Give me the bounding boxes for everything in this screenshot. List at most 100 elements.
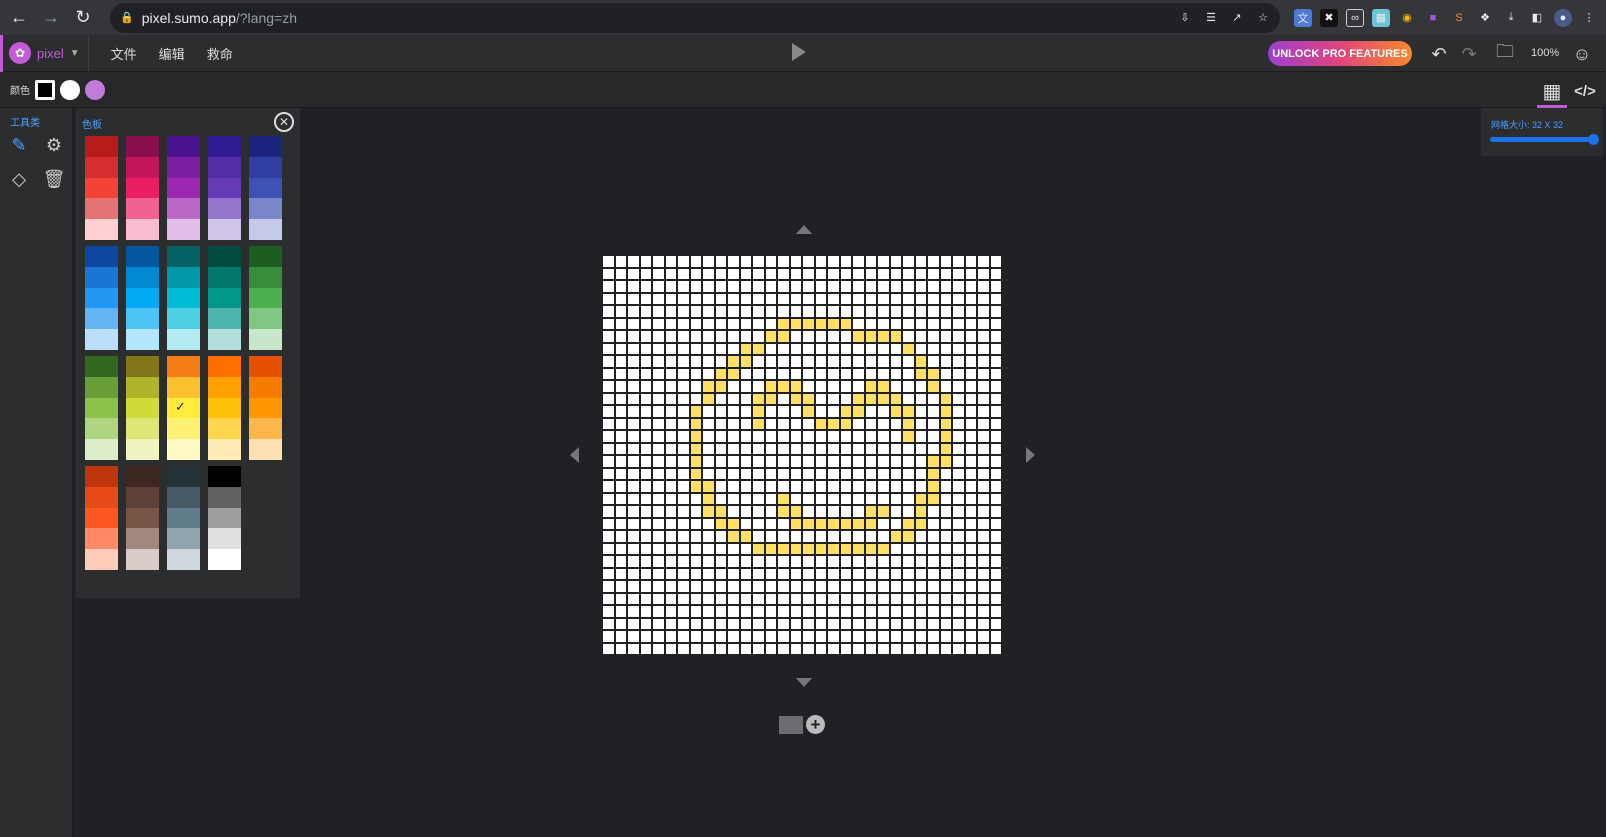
canvas-pixel[interactable]	[903, 606, 914, 617]
canvas-pixel[interactable]	[678, 318, 689, 329]
canvas-pixel[interactable]	[865, 581, 876, 592]
canvas-pixel[interactable]	[953, 543, 964, 554]
canvas-pixel[interactable]	[665, 556, 676, 567]
canvas-pixel[interactable]	[890, 256, 901, 267]
palette-color-swatch[interactable]	[167, 439, 200, 460]
canvas-pixel[interactable]	[690, 556, 701, 567]
canvas-pixel[interactable]	[615, 631, 626, 642]
canvas-pixel[interactable]	[965, 393, 976, 404]
canvas-pixel[interactable]	[903, 443, 914, 454]
canvas-pixel[interactable]	[890, 431, 901, 442]
canvas-pixel[interactable]	[653, 643, 664, 654]
palette-color-swatch[interactable]	[167, 177, 200, 199]
canvas-pixel[interactable]	[753, 581, 764, 592]
palette-color-swatch[interactable]	[126, 266, 159, 288]
canvas-pixel[interactable]	[678, 281, 689, 292]
canvas-pixel[interactable]	[990, 556, 1001, 567]
canvas-pixel[interactable]	[978, 331, 989, 342]
canvas-pixel[interactable]	[703, 268, 714, 279]
canvas-pixel[interactable]	[715, 543, 726, 554]
canvas-pixel[interactable]	[665, 331, 676, 342]
canvas-pixel[interactable]	[615, 493, 626, 504]
canvas-pixel[interactable]	[953, 368, 964, 379]
palette-color-swatch[interactable]	[208, 466, 241, 487]
canvas-pixel[interactable]	[765, 593, 776, 604]
palette-color-swatch[interactable]	[249, 356, 282, 377]
canvas-pixel[interactable]	[740, 606, 751, 617]
canvas-pixel[interactable]	[765, 381, 776, 392]
canvas-pixel[interactable]	[878, 293, 889, 304]
canvas-pixel[interactable]	[965, 368, 976, 379]
canvas-pixel[interactable]	[753, 518, 764, 529]
canvas-pixel[interactable]	[640, 418, 651, 429]
canvas-pixel[interactable]	[953, 493, 964, 504]
canvas-pixel[interactable]	[653, 343, 664, 354]
canvas-pixel[interactable]	[828, 406, 839, 417]
canvas-pixel[interactable]	[665, 393, 676, 404]
canvas-pixel[interactable]	[665, 468, 676, 479]
canvas-pixel[interactable]	[690, 443, 701, 454]
canvas-pixel[interactable]	[803, 368, 814, 379]
canvas-pixel[interactable]	[603, 268, 614, 279]
canvas-pixel[interactable]	[965, 356, 976, 367]
canvas-pixel[interactable]	[915, 306, 926, 317]
canvas-pixel[interactable]	[940, 643, 951, 654]
canvas-pixel[interactable]	[990, 493, 1001, 504]
canvas-pixel[interactable]	[678, 306, 689, 317]
palette-color-swatch[interactable]	[167, 198, 200, 220]
canvas-pixel[interactable]	[803, 556, 814, 567]
canvas-pixel[interactable]	[928, 456, 939, 467]
canvas-pixel[interactable]	[915, 506, 926, 517]
canvas-pixel[interactable]	[990, 306, 1001, 317]
canvas-pixel[interactable]	[865, 393, 876, 404]
canvas-pixel[interactable]	[728, 606, 739, 617]
canvas-pixel[interactable]	[953, 581, 964, 592]
canvas-pixel[interactable]	[815, 331, 826, 342]
canvas-pixel[interactable]	[715, 406, 726, 417]
canvas-pixel[interactable]	[890, 618, 901, 629]
canvas-pixel[interactable]	[915, 568, 926, 579]
canvas-pixel[interactable]	[778, 481, 789, 492]
canvas-pixel[interactable]	[778, 456, 789, 467]
palette-color-swatch[interactable]	[249, 397, 282, 419]
canvas-pixel[interactable]	[940, 543, 951, 554]
canvas-pixel[interactable]	[865, 281, 876, 292]
canvas-pixel[interactable]	[703, 331, 714, 342]
translate-icon[interactable]: ☰	[1202, 9, 1220, 27]
canvas-pixel[interactable]	[703, 606, 714, 617]
canvas-pixel[interactable]	[915, 593, 926, 604]
canvas-pixel[interactable]	[990, 368, 1001, 379]
palette-color-swatch[interactable]	[167, 528, 200, 550]
canvas-pixel[interactable]	[778, 631, 789, 642]
canvas-pixel[interactable]	[690, 531, 701, 542]
canvas-pixel[interactable]	[615, 606, 626, 617]
canvas-pixel[interactable]	[840, 506, 851, 517]
canvas-pixel[interactable]	[978, 593, 989, 604]
canvas-pixel[interactable]	[815, 318, 826, 329]
canvas-pixel[interactable]	[715, 468, 726, 479]
canvas-pixel[interactable]	[915, 606, 926, 617]
canvas-pixel[interactable]	[790, 593, 801, 604]
extension-purple-icon[interactable]: ■	[1424, 9, 1442, 27]
canvas-pixel[interactable]	[665, 531, 676, 542]
canvas-pixel[interactable]	[978, 606, 989, 617]
canvas-pixel[interactable]	[990, 443, 1001, 454]
canvas-pixel[interactable]	[828, 281, 839, 292]
canvas-pixel[interactable]	[853, 618, 864, 629]
canvas-pixel[interactable]	[703, 443, 714, 454]
canvas-pixel[interactable]	[978, 618, 989, 629]
canvas-pixel[interactable]	[665, 481, 676, 492]
canvas-pixel[interactable]	[978, 356, 989, 367]
canvas-pixel[interactable]	[915, 431, 926, 442]
canvas-pixel[interactable]	[778, 506, 789, 517]
canvas-pixel[interactable]	[728, 281, 739, 292]
canvas-pixel[interactable]	[853, 293, 864, 304]
canvas-pixel[interactable]	[628, 568, 639, 579]
canvas-pixel[interactable]	[815, 643, 826, 654]
canvas-pixel[interactable]	[728, 543, 739, 554]
canvas-pixel[interactable]	[953, 331, 964, 342]
canvas-pixel[interactable]	[990, 643, 1001, 654]
canvas-pixel[interactable]	[853, 406, 864, 417]
canvas-pixel[interactable]	[840, 643, 851, 654]
canvas-pixel[interactable]	[828, 456, 839, 467]
